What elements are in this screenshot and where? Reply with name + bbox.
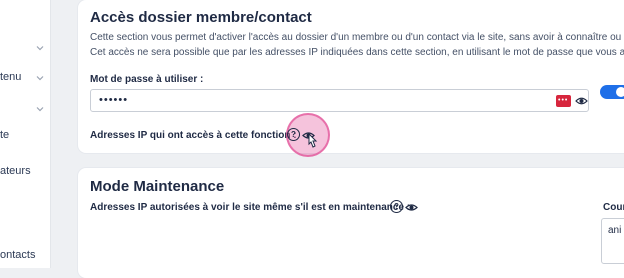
allowed-ips-label: Adresses IP qui ont accès à cette foncti… xyxy=(90,130,297,141)
sidebar-item-contenu[interactable]: tenu xyxy=(0,71,21,83)
chevron-down-icon[interactable] xyxy=(36,74,44,82)
sidebar-gap xyxy=(51,0,61,268)
sidebar-item-administrateurs[interactable]: ateurs xyxy=(0,165,31,177)
toggle-knob xyxy=(616,87,624,97)
password-manager-dots: ••• xyxy=(558,97,569,104)
member-access-desc-line2: Cet accès ne sera possible que par les a… xyxy=(90,47,624,58)
help-icon[interactable]: ? xyxy=(287,128,300,141)
password-label: Mot de passe à utiliser : xyxy=(90,74,204,85)
maintenance-message-value: ani xyxy=(608,225,622,236)
member-access-toggle[interactable] xyxy=(600,85,624,99)
eye-icon[interactable] xyxy=(405,202,418,213)
sidebar-item-contacts[interactable]: ontacts xyxy=(0,249,35,261)
maintenance-message-input[interactable]: ani xyxy=(601,218,624,264)
mouse-pointer-icon xyxy=(308,133,318,148)
eye-icon[interactable] xyxy=(575,95,588,107)
sidebar: tenu te ateurs ontacts xyxy=(0,0,51,268)
maintenance-side-label: Cour xyxy=(603,202,624,213)
sidebar-item-site[interactable]: te xyxy=(0,129,9,141)
help-icon[interactable]: ? xyxy=(390,200,403,213)
password-value: •••••• xyxy=(99,94,129,106)
chevron-down-icon[interactable] xyxy=(36,105,44,113)
chevron-down-icon[interactable] xyxy=(36,44,44,52)
password-manager-icon[interactable]: ••• xyxy=(556,95,571,107)
maintenance-ips-label: Adresses IP autorisées à voir le site mê… xyxy=(90,202,411,213)
password-input[interactable]: •••••• ••• xyxy=(90,89,589,112)
member-access-desc-line1: Cette section vous permet d'activer l'ac… xyxy=(90,32,624,43)
member-access-title: Accès dossier membre/contact xyxy=(90,9,312,26)
maintenance-title: Mode Maintenance xyxy=(90,178,225,195)
